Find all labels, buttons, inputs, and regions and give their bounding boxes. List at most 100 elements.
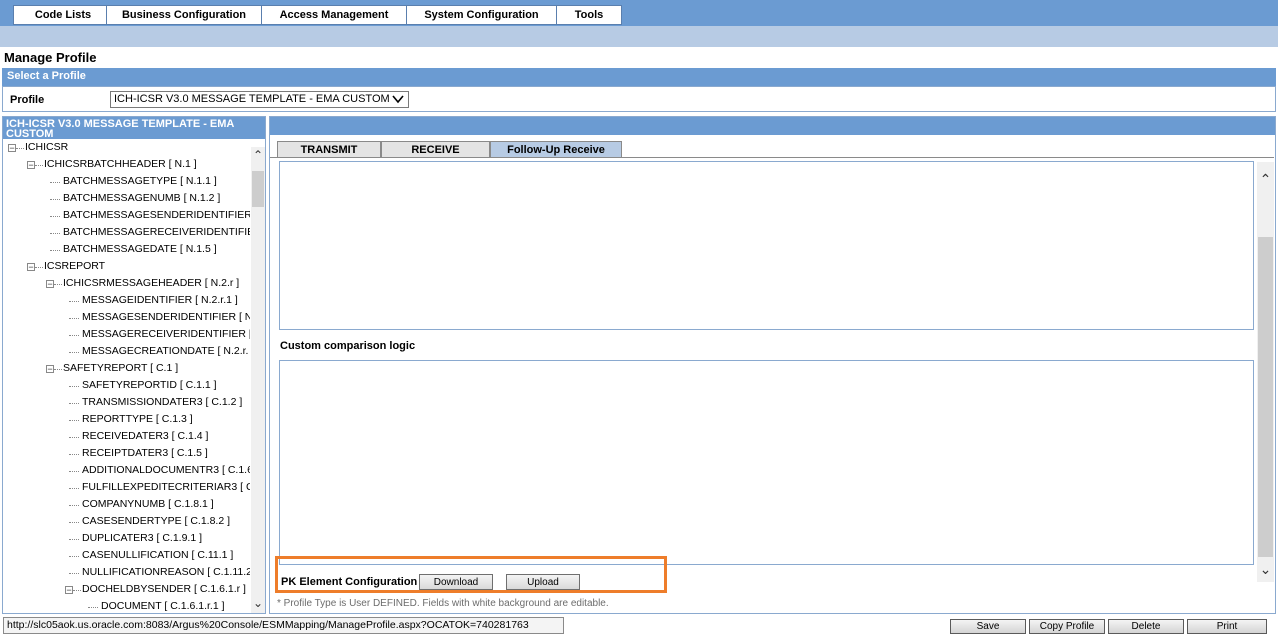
- menu-system-configuration[interactable]: System Configuration: [406, 5, 557, 25]
- top-menu-bar: Code Lists Business Configuration Access…: [0, 0, 1278, 26]
- tree-node[interactable]: COMPANYNUMB [ C.1.8.1 ]: [82, 496, 214, 513]
- chevron-down-icon: [392, 92, 404, 111]
- tree-connector: [69, 420, 79, 421]
- tree-node[interactable]: REPORTTYPE [ C.1.3 ]: [82, 411, 193, 428]
- tree-connector: [54, 369, 62, 370]
- tree-node[interactable]: SAFETYREPORTID [ C.1.1 ]: [82, 377, 217, 394]
- mapping-scroll-thumb[interactable]: [1258, 237, 1273, 557]
- tree-connector: [50, 199, 60, 200]
- tree-node[interactable]: ICSREPORT: [44, 258, 105, 275]
- tab-underline: [270, 157, 1274, 158]
- delete-button[interactable]: Delete: [1108, 619, 1184, 634]
- tree-node[interactable]: CASESENDERTYPE [ C.1.8.2 ]: [82, 513, 230, 530]
- tree-connector: [54, 284, 62, 285]
- menu-code-lists[interactable]: Code Lists: [13, 5, 113, 25]
- tree-node[interactable]: MESSAGEIDENTIFIER [ N.2.r.1 ]: [82, 292, 238, 309]
- tree-node[interactable]: DOCUMENT [ C.1.6.1.r.1 ]: [101, 598, 225, 613]
- tree-scrollbar[interactable]: ⌃ ⌄: [251, 147, 265, 613]
- print-button[interactable]: Print: [1187, 619, 1267, 634]
- tree-connector: [69, 556, 79, 557]
- tree-node[interactable]: BATCHMESSAGESENDERIDENTIFIER: [63, 207, 250, 224]
- tree-connector: [73, 590, 81, 591]
- tree-node[interactable]: FULFILLEXPEDITECRITERIAR3 [ C: [82, 479, 250, 496]
- menu-tools[interactable]: Tools: [556, 5, 622, 25]
- tree-connector: [69, 386, 79, 387]
- tree-connector: [69, 352, 79, 353]
- profile-row: Profile ICH-ICSR V3.0 MESSAGE TEMPLATE -…: [2, 86, 1276, 112]
- copy-profile-button[interactable]: Copy Profile: [1029, 619, 1105, 634]
- collapse-toggle-icon[interactable]: −: [27, 161, 35, 170]
- tree-scroll-thumb[interactable]: [252, 171, 264, 207]
- tree-node[interactable]: ICHICSRBATCHHEADER [ N.1 ]: [44, 156, 197, 173]
- download-button[interactable]: Download: [419, 574, 493, 590]
- mapping-scrollbar[interactable]: ⌃ ⌄: [1257, 162, 1274, 582]
- custom-comparison-label: Custom comparison logic: [280, 340, 416, 352]
- tree-connector: [69, 335, 79, 336]
- tree-connector: [69, 573, 79, 574]
- scroll-down-icon[interactable]: ⌄: [1257, 560, 1274, 578]
- tree-connector: [69, 454, 79, 455]
- upload-button[interactable]: Upload: [506, 574, 580, 590]
- tree-node[interactable]: ICHICSRMESSAGEHEADER [ N.2.r ]: [63, 275, 239, 292]
- tree-connector: [69, 471, 79, 472]
- tree-connector: [35, 165, 43, 166]
- profile-select[interactable]: ICH-ICSR V3.0 MESSAGE TEMPLATE - EMA CUS…: [110, 91, 409, 108]
- tree-node[interactable]: BATCHMESSAGETYPE [ N.1.1 ]: [63, 173, 217, 190]
- page-title: Manage Profile: [4, 50, 97, 65]
- tree-connector: [69, 437, 79, 438]
- tree-connector: [69, 318, 79, 319]
- tree-node[interactable]: BATCHMESSAGEDATE [ N.1.5 ]: [63, 241, 217, 258]
- tree-connector: [88, 607, 98, 608]
- tree-node[interactable]: CASENULLIFICATION [ C.11.1 ]: [82, 547, 233, 564]
- menu-access-management[interactable]: Access Management: [261, 5, 407, 25]
- profile-label: Profile: [10, 94, 45, 106]
- menu-business-configuration[interactable]: Business Configuration: [106, 5, 262, 25]
- collapse-toggle-icon[interactable]: −: [65, 586, 73, 595]
- tree-node[interactable]: MESSAGECREATIONDATE [ N.2.r.: [82, 343, 248, 360]
- collapse-toggle-icon[interactable]: −: [46, 280, 54, 289]
- tree-node[interactable]: BATCHMESSAGERECEIVERIDENTIFIE: [63, 224, 250, 241]
- tree-header: ICH-ICSR V3.0 MESSAGE TEMPLATE - EMA CUS…: [3, 117, 265, 139]
- save-button[interactable]: Save: [950, 619, 1026, 634]
- tree-node[interactable]: RECEIPTDATER3 [ C.1.5 ]: [82, 445, 208, 462]
- tree-node[interactable]: DUPLICATER3 [ C.1.9.1 ]: [82, 530, 202, 547]
- collapse-toggle-icon[interactable]: −: [46, 365, 54, 374]
- tree-node[interactable]: MESSAGERECEIVERIDENTIFIER [: [82, 326, 250, 343]
- tree-node[interactable]: ICHICSR: [25, 139, 68, 156]
- tree-connector: [50, 216, 60, 217]
- tree-connector: [35, 267, 43, 268]
- pk-element-config-label: PK Element Configuration: [281, 576, 418, 588]
- tree-node[interactable]: MESSAGESENDERIDENTIFIER [ N: [82, 309, 250, 326]
- scroll-down-icon[interactable]: ⌄: [251, 595, 265, 611]
- tab-transmit[interactable]: TRANSMIT: [277, 141, 381, 158]
- collapse-toggle-icon[interactable]: −: [8, 144, 16, 153]
- status-bar-url: http://slc05aok.us.oracle.com:8083/Argus…: [3, 617, 564, 634]
- mapping-panel-header: [270, 117, 1275, 135]
- tree-connector: [69, 403, 79, 404]
- tree-connector: [69, 522, 79, 523]
- tree-node[interactable]: TRANSMISSIONDATER3 [ C.1.2 ]: [82, 394, 242, 411]
- tree-connector: [69, 488, 79, 489]
- sub-menu-bar: [0, 26, 1278, 47]
- tree-panel: ICH-ICSR V3.0 MESSAGE TEMPLATE - EMA CUS…: [2, 116, 266, 614]
- mapping-textarea[interactable]: [279, 161, 1254, 330]
- tab-receive[interactable]: RECEIVE: [381, 141, 490, 158]
- profile-type-note: * Profile Type is User DEFINED. Fields w…: [277, 598, 609, 609]
- scroll-up-icon[interactable]: ⌃: [251, 147, 265, 163]
- tree-node[interactable]: DOCHELDBYSENDER [ C.1.6.1.r ]: [82, 581, 246, 598]
- tree-node[interactable]: RECEIVEDATER3 [ C.1.4 ]: [82, 428, 208, 445]
- profile-tree: − ICHICSR − ICHICSRBATCHHEADER [ N.1 ] BATCH…: [3, 139, 250, 613]
- tree-node[interactable]: NULLIFICATIONREASON [ C.1.11.2: [82, 564, 250, 581]
- tree-connector: [16, 148, 24, 149]
- tree-node[interactable]: SAFETYREPORT [ C.1 ]: [63, 360, 178, 377]
- tab-follow-up-receive[interactable]: Follow-Up Receive: [490, 141, 622, 158]
- profile-select-value: ICH-ICSR V3.0 MESSAGE TEMPLATE - EMA CUS…: [114, 93, 390, 105]
- select-profile-header: Select a Profile: [2, 68, 1276, 86]
- mapping-panel: TRANSMIT RECEIVE Follow-Up Receive Custo…: [269, 116, 1276, 614]
- tree-node[interactable]: BATCHMESSAGENUMB [ N.1.2 ]: [63, 190, 220, 207]
- collapse-toggle-icon[interactable]: −: [27, 263, 35, 272]
- custom-comparison-textarea[interactable]: [279, 360, 1254, 565]
- scroll-up-icon[interactable]: ⌃: [1257, 170, 1274, 188]
- tree-connector: [69, 505, 79, 506]
- tree-node[interactable]: ADDITIONALDOCUMENTR3 [ C.1.6: [82, 462, 250, 479]
